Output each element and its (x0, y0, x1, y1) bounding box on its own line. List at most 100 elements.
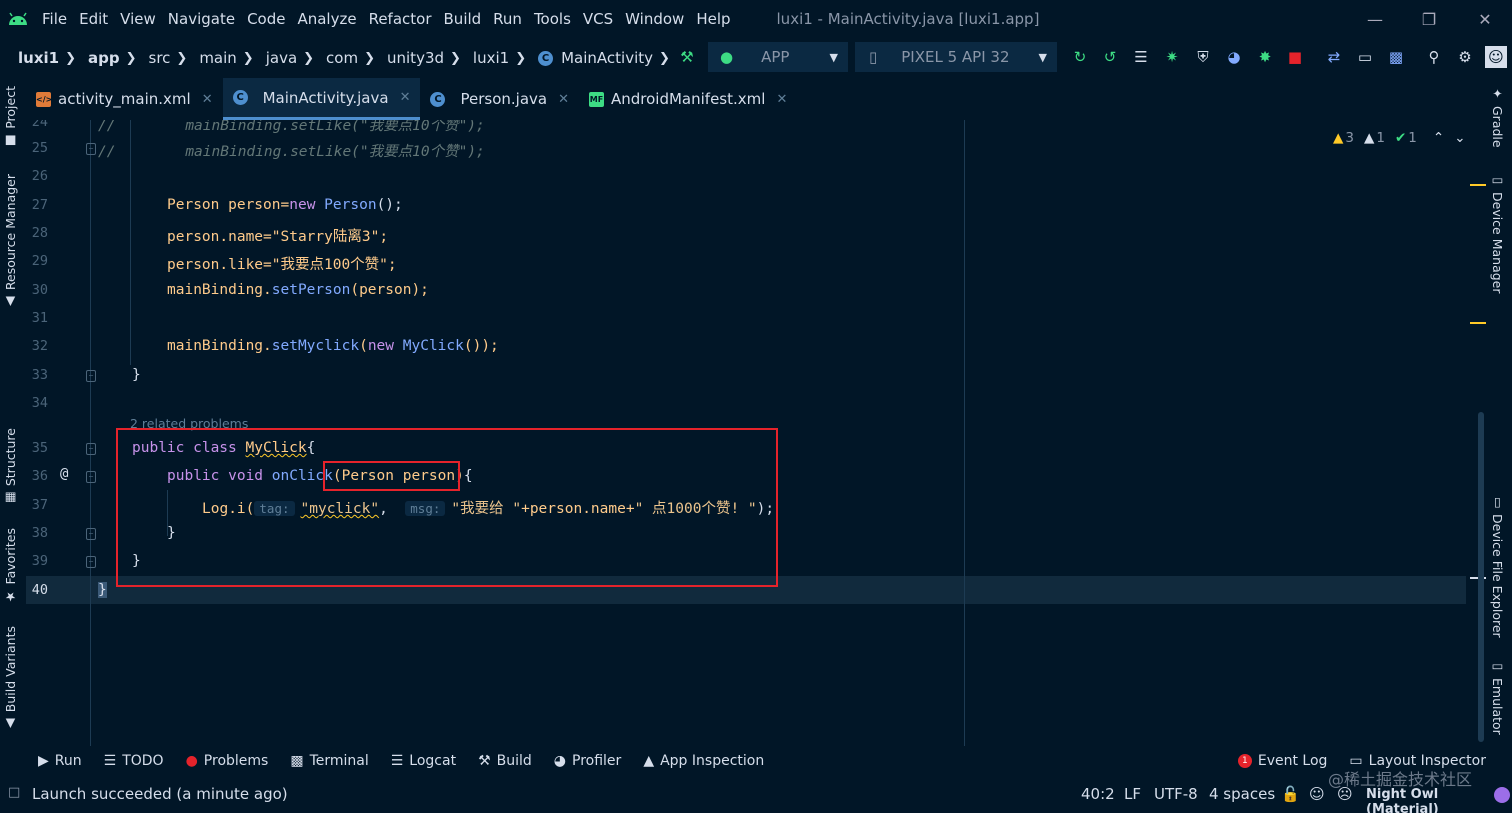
inspection-widget[interactable]: ▲ 3 ▲ 1 ✔ 1 ⌃ ⌄ (1333, 130, 1466, 146)
breadcrumb-main[interactable]: main ❯ (191, 49, 257, 67)
panel-toggle-icon[interactable]: □ (8, 785, 20, 800)
stop-icon[interactable]: ■ (1284, 46, 1306, 68)
menu-help[interactable]: Help (690, 0, 736, 38)
fold-marker-icon[interactable]: − (86, 370, 96, 382)
tab-mainactivity-java[interactable]: C MainActivity.java ✕ (222, 78, 421, 120)
apply-code-changes-icon[interactable]: ☰ (1130, 46, 1152, 68)
tab-person-java[interactable]: C Person.java ✕ (420, 78, 579, 120)
previous-highlight-icon[interactable]: ⌃ (1433, 130, 1444, 146)
watermark: @稀土掘金技术社区 (1328, 770, 1473, 789)
breadcrumb-module[interactable]: app ❯ (80, 49, 141, 67)
code-editor[interactable]: 24 25 26 27 28 29 30 31 32 33 34 35 36 3… (26, 120, 1466, 746)
sync-gradle-icon[interactable]: ⇄ (1323, 46, 1345, 68)
breadcrumb-luxi1[interactable]: luxi1 ❯ (465, 49, 530, 67)
close-tab-icon[interactable]: ✕ (400, 90, 411, 105)
next-highlight-icon[interactable]: ⌄ (1454, 130, 1465, 146)
run-configuration-dropdown[interactable]: ● APP ▼ (708, 42, 848, 72)
device-dropdown[interactable]: ▯ PIXEL 5 API 32 ▼ (855, 42, 1057, 72)
vertical-scrollbar[interactable] (1478, 412, 1484, 742)
theme-name[interactable]: Night Owl (Material) (1366, 787, 1512, 813)
profiler-tool-button[interactable]: ◕ Profiler (554, 753, 622, 769)
lock-icon[interactable]: 🔓 (1281, 785, 1300, 803)
menu-tools[interactable]: Tools (528, 0, 577, 38)
resource-manager-tool-tab[interactable]: ▲ Resource Manager (3, 174, 18, 310)
error-stripe-mark[interactable] (1470, 322, 1486, 324)
build-tool-button[interactable]: ⚒ Build (478, 753, 532, 769)
line-separator[interactable]: LF (1124, 785, 1141, 803)
error-icon: ● (185, 753, 198, 769)
run-tool-button[interactable]: ▶ Run (38, 753, 82, 769)
line-number: 39 (31, 553, 48, 569)
device-manager-tool-tab[interactable]: ▭ Device Manager (1490, 172, 1505, 294)
smile-icon[interactable]: ☺ (1309, 785, 1325, 803)
structure-tool-tab[interactable]: ▦ Structure (3, 428, 18, 506)
gear-icon[interactable]: ⚙ (1454, 46, 1476, 68)
restore-icon[interactable]: ❐ (1402, 0, 1456, 38)
problems-tool-button[interactable]: ● Problems (186, 753, 269, 769)
search-icon[interactable]: ⚲ (1423, 46, 1445, 68)
fold-marker-icon[interactable]: − (86, 443, 96, 455)
file-encoding[interactable]: UTF-8 (1154, 785, 1198, 803)
emulator-tool-tab[interactable]: ▭ Emulator (1490, 658, 1505, 735)
breadcrumb-com[interactable]: com ❯ (318, 49, 379, 67)
build-variants-tool-tab[interactable]: ▲ Build Variants (3, 626, 18, 732)
fold-marker-icon[interactable]: − (86, 471, 96, 483)
rerun-icon[interactable]: ↻ (1069, 46, 1091, 68)
coverage-icon[interactable]: ⛨ (1192, 46, 1214, 68)
make-project-hammer-icon[interactable]: ⚒ (676, 46, 698, 68)
indent-setting[interactable]: 4 spaces (1209, 785, 1275, 803)
todo-tool-button[interactable]: ☰ TODO (104, 753, 164, 769)
avatar[interactable]: ☺ (1485, 46, 1507, 68)
fold-marker-icon[interactable]: − (86, 143, 96, 155)
caret-position[interactable]: 40:2 (1081, 785, 1115, 803)
gradle-tool-tab[interactable]: ✦ Gradle (1490, 86, 1505, 148)
menu-window[interactable]: Window (619, 0, 690, 38)
event-log-tool-button[interactable]: 1 Event Log (1237, 753, 1327, 769)
breadcrumb-java[interactable]: java ❯ (258, 49, 318, 67)
device-manager-icon[interactable]: ▭ (1354, 46, 1376, 68)
menu-view[interactable]: View (114, 0, 162, 38)
sdk-manager-icon[interactable]: ▩ (1385, 46, 1407, 68)
apply-changes-icon[interactable]: ↺ (1099, 46, 1121, 68)
attach-debugger-icon[interactable]: ✸ (1254, 46, 1276, 68)
debug-icon[interactable]: ✷ (1161, 46, 1183, 68)
menu-vcs[interactable]: VCS (577, 0, 619, 38)
close-tab-icon[interactable]: ✕ (776, 92, 787, 107)
fold-marker-icon[interactable]: − (86, 556, 96, 568)
close-tab-icon[interactable]: ✕ (558, 92, 569, 107)
line-number: 29 (31, 253, 48, 269)
menu-edit[interactable]: Edit (73, 0, 114, 38)
left-tool-strip: ■ Project ▲ Resource Manager ▦ Structure ★ F… (0, 78, 26, 746)
menu-refactor[interactable]: Refactor (363, 0, 438, 38)
menu-analyze[interactable]: Analyze (291, 0, 362, 38)
overrides-marker-icon[interactable]: @ (60, 466, 68, 482)
fold-marker-icon[interactable]: − (86, 528, 96, 540)
breadcrumb-src[interactable]: src ❯ (141, 49, 192, 67)
logcat-tool-button[interactable]: ☰ Logcat (391, 753, 456, 769)
favorites-tool-tab[interactable]: ★ Favorites (3, 528, 18, 604)
error-stripe-mark[interactable] (1470, 184, 1486, 186)
menu-navigate[interactable]: Navigate (162, 0, 241, 38)
tab-android-manifest-xml[interactable]: MF AndroidManifest.xml ✕ (579, 78, 797, 120)
menu-code[interactable]: Code (241, 0, 291, 38)
menu-run[interactable]: Run (487, 0, 528, 38)
terminal-tool-button[interactable]: ▩ Terminal (290, 753, 368, 769)
profile-icon[interactable]: ◕ (1223, 46, 1245, 68)
close-icon[interactable]: ✕ (1458, 0, 1512, 38)
run-config-label: APP (761, 48, 790, 66)
breadcrumb-project[interactable]: luxi1 ❯ (0, 49, 80, 67)
status-message[interactable]: Launch succeeded (a minute ago) (32, 785, 288, 803)
breadcrumb-unity3d[interactable]: unity3d ❯ (379, 49, 465, 67)
device-file-explorer-tool-tab[interactable]: ▯ Device File Explorer (1490, 494, 1505, 638)
minimize-icon[interactable]: — (1348, 0, 1402, 38)
menu-file[interactable]: File (36, 0, 73, 38)
breadcrumb-mainactivity[interactable]: C MainActivity ❯ (530, 49, 674, 67)
weak-warning-count: 1 (1376, 130, 1385, 146)
memory-indicator-icon[interactable] (1494, 787, 1510, 803)
code-line-40: } (98, 582, 107, 598)
close-tab-icon[interactable]: ✕ (202, 92, 213, 107)
project-tool-tab[interactable]: ■ Project (3, 86, 18, 149)
tab-activity-main-xml[interactable]: </> activity_main.xml ✕ (26, 78, 223, 120)
menu-build[interactable]: Build (438, 0, 488, 38)
app-inspection-tool-button[interactable]: ▲ App Inspection (643, 753, 764, 769)
